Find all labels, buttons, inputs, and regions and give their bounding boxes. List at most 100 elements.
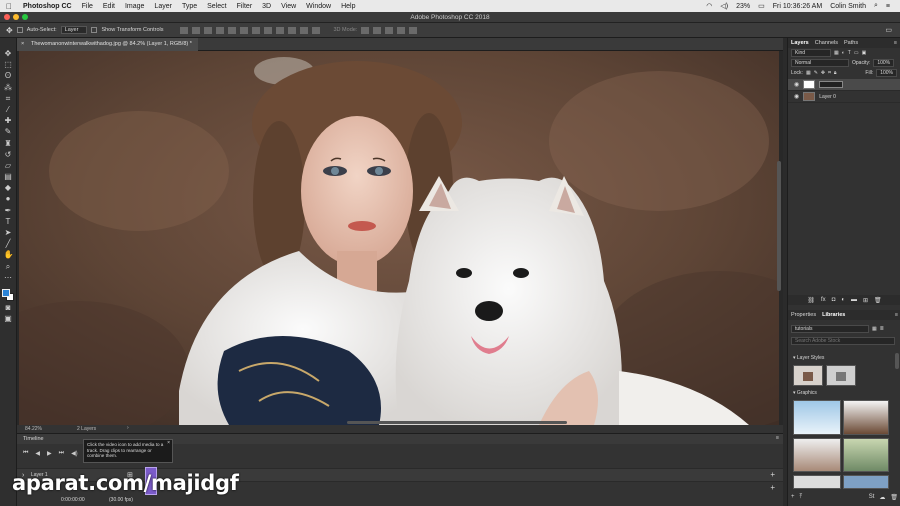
graphic-thumb-4[interactable] bbox=[843, 438, 889, 472]
graphic-thumb-5[interactable] bbox=[793, 475, 841, 489]
healing-brush-tool-icon[interactable]: ✚ bbox=[4, 117, 13, 125]
library-dropdown[interactable]: tutorials bbox=[791, 325, 869, 333]
menu-window[interactable]: Window bbox=[301, 3, 336, 10]
lasso-tool-icon[interactable]: ʘ bbox=[4, 72, 13, 80]
type-tool-icon[interactable]: T bbox=[4, 217, 13, 226]
libraries-scrollbar[interactable] bbox=[895, 353, 899, 369]
tab-paths[interactable]: Paths bbox=[844, 40, 858, 46]
fill-field[interactable]: 100% bbox=[876, 69, 897, 77]
show-transform-checkbox[interactable] bbox=[91, 27, 98, 33]
panel-menu-icon[interactable]: ≡ bbox=[894, 40, 897, 46]
document-photo[interactable] bbox=[19, 51, 779, 425]
menu-select[interactable]: Select bbox=[202, 3, 231, 10]
cloud-icon[interactable]: ☁ bbox=[879, 494, 885, 501]
align-top-icon[interactable] bbox=[179, 26, 188, 34]
lock-pixels-icon[interactable]: ▦ bbox=[806, 70, 811, 76]
list-view-icon[interactable]: ≣ bbox=[880, 326, 884, 332]
tab-properties[interactable]: Properties bbox=[791, 312, 816, 318]
marquee-tool-icon[interactable]: ⬚ bbox=[4, 61, 13, 69]
eraser-tool-icon[interactable]: ▱ bbox=[4, 161, 13, 170]
menu-file[interactable]: File bbox=[77, 3, 98, 10]
3d-slide-icon[interactable] bbox=[397, 26, 406, 34]
auto-select-checkbox[interactable] bbox=[16, 27, 23, 33]
libraries-menu-icon[interactable]: ≡ bbox=[895, 312, 898, 318]
first-frame-icon[interactable]: ⏮ bbox=[23, 450, 28, 457]
filter-adjust-icon[interactable]: ◐ bbox=[842, 50, 845, 56]
menu-filter[interactable]: Filter bbox=[232, 3, 258, 10]
play-icon[interactable]: ▶ bbox=[47, 450, 52, 457]
stock-icon[interactable]: St bbox=[869, 494, 875, 500]
quick-select-tool-icon[interactable]: ⁂ bbox=[4, 83, 13, 92]
delete-layer-icon[interactable]: 🗑︎ bbox=[874, 297, 882, 304]
blend-mode-dropdown[interactable]: Normal bbox=[791, 59, 849, 67]
library-search-input[interactable] bbox=[791, 337, 895, 345]
distribute-bottom-icon[interactable] bbox=[275, 26, 284, 34]
tab-layers[interactable]: Layers bbox=[791, 40, 809, 46]
auto-select-dropdown[interactable]: Layer bbox=[60, 26, 88, 34]
spotlight-icon[interactable]: ⌕ bbox=[870, 2, 882, 10]
prev-frame-icon[interactable]: ◀ bbox=[35, 450, 40, 457]
opacity-field[interactable]: 100% bbox=[873, 59, 895, 67]
align-center-icon[interactable] bbox=[227, 26, 236, 34]
add-content-icon[interactable]: + bbox=[791, 494, 795, 500]
move-tool-icon[interactable]: ✥ bbox=[4, 50, 13, 58]
layer-row-0[interactable]: ◉ Layer 0 bbox=[788, 91, 900, 103]
battery-percent[interactable]: 23% bbox=[732, 3, 754, 10]
apple-icon[interactable]:  bbox=[0, 2, 18, 11]
foreground-color-swatch[interactable] bbox=[2, 288, 10, 297]
3d-pan-icon[interactable] bbox=[385, 26, 394, 34]
tab-libraries[interactable]: Libraries bbox=[822, 312, 845, 318]
graphic-thumb-6[interactable] bbox=[843, 475, 889, 489]
menu-3d[interactable]: 3D bbox=[257, 3, 276, 10]
align-middle-icon[interactable] bbox=[191, 26, 200, 34]
add-mask-icon[interactable]: ◘ bbox=[832, 297, 836, 303]
visibility-eye-icon[interactable]: ◉ bbox=[794, 93, 799, 100]
lock-all-icon[interactable]: 🔒︎ bbox=[834, 70, 837, 76]
menubar-clock[interactable]: Fri 10:36:26 AM bbox=[769, 3, 826, 10]
timeline-menu-icon[interactable]: ≡ bbox=[776, 435, 779, 441]
menu-image[interactable]: Image bbox=[120, 3, 149, 10]
align-left-icon[interactable] bbox=[215, 26, 224, 34]
graphics-header[interactable]: ▾ Graphics bbox=[793, 390, 817, 396]
adjustment-layer-icon[interactable]: ◐ bbox=[841, 297, 845, 303]
clone-stamp-tool-icon[interactable]: ♜ bbox=[4, 139, 13, 148]
trash-icon[interactable]: 🗑︎ bbox=[890, 494, 898, 501]
audio-icon[interactable]: ◀) bbox=[71, 450, 78, 457]
history-brush-tool-icon[interactable]: ↺ bbox=[4, 150, 13, 159]
layer-name-input[interactable] bbox=[819, 81, 844, 88]
path-select-tool-icon[interactable]: ➤ bbox=[4, 229, 13, 237]
menubar-user[interactable]: Colin Smith bbox=[826, 3, 870, 10]
volume-icon[interactable]: ◁) bbox=[716, 2, 732, 10]
canvas-area[interactable] bbox=[17, 51, 783, 425]
filter-type-icon[interactable]: T bbox=[848, 50, 851, 56]
align-bottom-icon[interactable] bbox=[203, 26, 212, 34]
layer-row-1[interactable]: ◉ bbox=[788, 79, 900, 91]
menu-app-photoshop[interactable]: Photoshop CC bbox=[18, 3, 77, 10]
lock-move-icon[interactable]: ✥ bbox=[821, 70, 825, 76]
status-arrow-icon[interactable]: › bbox=[127, 425, 129, 431]
align-right-icon[interactable] bbox=[239, 26, 248, 34]
add-track-icon[interactable]: + bbox=[770, 470, 775, 479]
crop-tool-icon[interactable]: ⌗ bbox=[4, 94, 13, 103]
eyedropper-tool-icon[interactable]: ⁄ bbox=[4, 105, 13, 114]
visibility-eye-icon[interactable]: ◉ bbox=[794, 81, 799, 88]
3d-orbit-icon[interactable] bbox=[361, 26, 370, 34]
hand-tool-icon[interactable]: ✋ bbox=[4, 251, 14, 259]
canvas-vertical-scrollbar[interactable] bbox=[777, 161, 781, 291]
next-frame-icon[interactable]: ⏭ bbox=[59, 450, 64, 457]
3d-roll-icon[interactable] bbox=[373, 26, 382, 34]
graphic-thumb-1[interactable] bbox=[793, 400, 841, 435]
graphic-thumb-3[interactable] bbox=[793, 438, 841, 472]
wifi-icon[interactable]: ◠ bbox=[702, 2, 716, 10]
more-tools-icon[interactable]: ⋯ bbox=[4, 273, 13, 282]
menu-view[interactable]: View bbox=[276, 3, 301, 10]
graphic-thumb-2[interactable] bbox=[843, 400, 889, 435]
grid-view-icon[interactable]: ▦ bbox=[872, 326, 877, 332]
blur-tool-icon[interactable]: ◆ bbox=[4, 184, 13, 192]
upload-icon[interactable]: ⤒ bbox=[800, 494, 803, 501]
layer-filter-kind[interactable]: Kind bbox=[791, 49, 831, 57]
move-tool-icon[interactable]: ✥ bbox=[6, 26, 13, 35]
zoom-tool-icon[interactable]: ⌕ bbox=[4, 262, 13, 271]
filter-shape-icon[interactable]: ▭ bbox=[854, 50, 859, 56]
document-tab[interactable]: × Thewomanonwinterwalkwithadog.jpg @ 84.… bbox=[17, 38, 198, 51]
